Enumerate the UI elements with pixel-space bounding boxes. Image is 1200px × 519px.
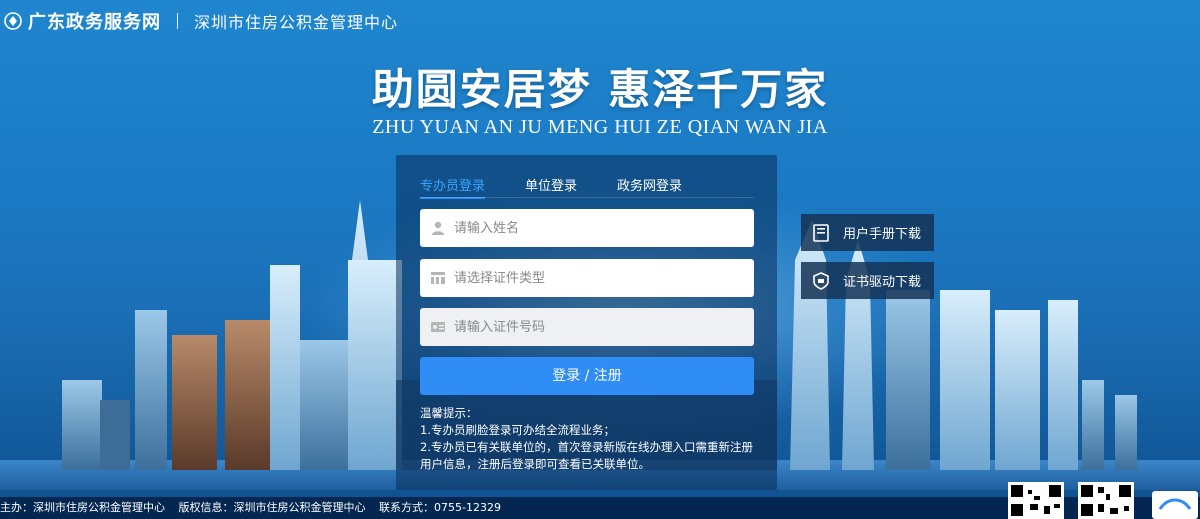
certificate-driver-download-button[interactable]: 证书驱动下载 <box>801 262 934 299</box>
tab-agent-login[interactable]: 专办员登录 <box>420 169 486 199</box>
tabs-underline <box>420 197 754 198</box>
manual-download-button[interactable]: 用户手册下载 <box>801 214 934 251</box>
tip-item: 2.专办员已有关联单位的，首次登录新版在线办理入口需重新注册用户信息，注册后登录… <box>420 440 753 471</box>
qr-code-icon <box>1008 482 1064 519</box>
certificate-download-label: 证书驱动下载 <box>843 275 922 290</box>
site-name[interactable]: 广东政务服务网 <box>28 8 161 34</box>
login-tabs: 专办员登录 单位登录 政务网登录 <box>420 169 756 199</box>
name-input[interactable] <box>452 219 736 237</box>
id-type-field[interactable] <box>420 259 754 297</box>
header-divider <box>177 13 178 29</box>
manual-download-label: 用户手册下载 <box>843 227 922 242</box>
slogan-subtitle: ZHU YUAN AN JU MENG HUI ZE QIAN WAN JIA <box>372 116 828 138</box>
site-header: 广东政务服务网 深圳市住房公积金管理中心 <box>0 0 1200 42</box>
id-type-select[interactable] <box>452 269 736 287</box>
manual-icon <box>813 223 829 242</box>
guangdong-logo-icon[interactable] <box>4 12 22 30</box>
id-number-field[interactable] <box>420 308 754 346</box>
qr-code-icon <box>1078 482 1134 519</box>
footer-copyright: 版权信息：深圳市住房公积金管理中心 <box>178 501 366 514</box>
id-type-icon <box>431 272 445 284</box>
tab-govnet-login[interactable]: 政务网登录 <box>617 169 682 197</box>
certificate-icon <box>813 271 829 290</box>
id-number-input[interactable] <box>452 318 736 336</box>
name-field[interactable] <box>420 209 754 247</box>
org-name: 深圳市住房公积金管理中心 <box>194 13 399 32</box>
slogan-title: 助圆安居梦 惠泽千万家 <box>371 65 829 114</box>
user-icon <box>432 221 444 235</box>
gov-badge-icon <box>1152 491 1198 519</box>
tips-title: 温馨提示： <box>420 406 478 420</box>
tab-company-login[interactable]: 单位登录 <box>525 169 577 197</box>
tips-block: 温馨提示： 1.专办员刷脸登录可办结全流程业务； 2.专办员已有关联单位的，首次… <box>420 405 760 473</box>
footer-contact: 联系方式：0755-12329 <box>379 501 501 514</box>
footer-host: 主办：深圳市住房公积金管理中心 <box>0 501 165 514</box>
tip-item: 1.专办员刷脸登录可办结全流程业务； <box>420 423 615 437</box>
id-card-icon <box>431 322 445 332</box>
login-register-button[interactable]: 登录 / 注册 <box>420 357 754 395</box>
login-panel: 专办员登录 单位登录 政务网登录 登录 / 注册 温馨提示： 1.专办员刷脸登录… <box>396 155 777 490</box>
